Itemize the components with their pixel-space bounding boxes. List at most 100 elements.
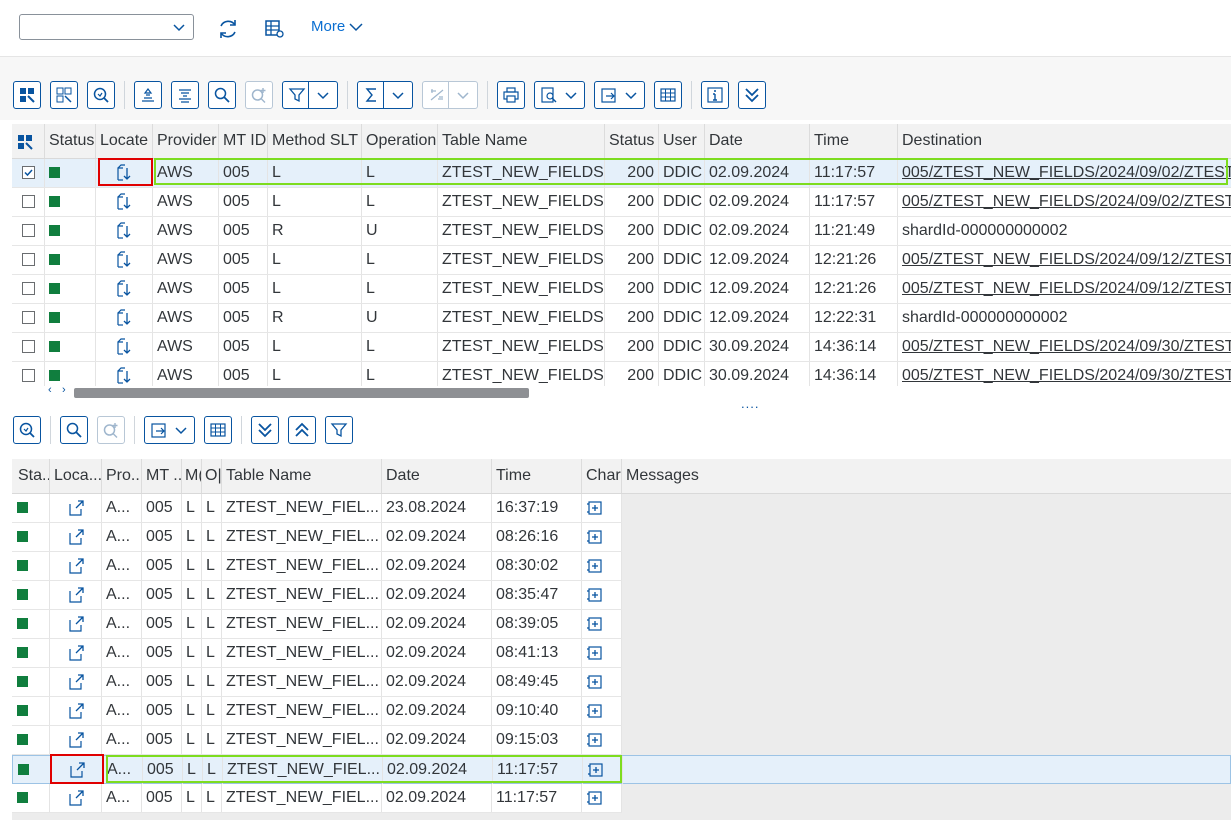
views-button[interactable] xyxy=(534,81,585,109)
export-button[interactable] xyxy=(144,416,195,444)
table-row[interactable]: AWS 005 L L ZTEST_NEW_FIELDS 200 DDIC 30.09.202… xyxy=(12,333,1231,362)
cell-destination[interactable]: 005/ZTEST_NEW_FIELDS/2024/09/12/ZTEST xyxy=(898,246,1231,274)
locate-button[interactable] xyxy=(96,217,153,245)
expand-down-button[interactable] xyxy=(738,81,766,109)
table-row[interactable]: A... 005 L L ZTEST_NEW_FIEL... 02.09.2024 08:3… xyxy=(12,581,622,610)
deselect-all-button[interactable] xyxy=(50,81,78,109)
table-row[interactable]: A... 005 L L ZTEST_NEW_FIEL... 23.08.2024 16:3… xyxy=(12,494,622,523)
col-header-changes[interactable]: Char xyxy=(582,459,622,493)
locate-button[interactable] xyxy=(50,610,102,638)
locate-button[interactable] xyxy=(50,668,102,696)
col-header-user[interactable]: User xyxy=(659,124,705,158)
locate-button[interactable] xyxy=(50,697,102,725)
export-button[interactable] xyxy=(594,81,645,109)
changes-button[interactable] xyxy=(582,523,622,551)
filter-button[interactable] xyxy=(325,416,353,444)
col-header-locate[interactable]: Locate xyxy=(96,124,153,158)
find-button[interactable] xyxy=(208,81,236,109)
select-all-cell[interactable] xyxy=(12,124,45,158)
col-header-locate[interactable]: Loca... xyxy=(50,459,102,493)
locate-button[interactable] xyxy=(50,581,102,609)
table-row[interactable]: AWS 005 R U ZTEST_NEW_FIELDS 200 DDIC 12.09.202… xyxy=(12,304,1231,333)
col-header-date[interactable]: Date xyxy=(705,124,810,158)
col-header-status[interactable]: Sta... xyxy=(12,459,50,493)
table-row[interactable]: AWS 005 L L ZTEST_NEW_FIELDS 200 DDIC 12.09.202… xyxy=(12,246,1231,275)
table-row[interactable]: A... 005 L L ZTEST_NEW_FIEL... 02.09.2024 09:1… xyxy=(12,726,622,755)
table-row[interactable]: A... 005 L L ZTEST_NEW_FIEL... 02.09.2024 11:1… xyxy=(12,784,622,813)
table-row[interactable]: AWS 005 R U ZTEST_NEW_FIELDS 200 DDIC 02.09.202… xyxy=(12,217,1231,246)
changes-button[interactable] xyxy=(582,581,622,609)
horizontal-scrollbar[interactable]: ‹ › xyxy=(12,384,1231,400)
locate-button[interactable] xyxy=(96,275,153,303)
changes-button[interactable] xyxy=(582,494,622,522)
changes-button[interactable] xyxy=(582,784,622,812)
row-select-checkbox[interactable] xyxy=(12,304,45,332)
col-header-time[interactable]: Time xyxy=(492,459,582,493)
total-button[interactable] xyxy=(357,81,413,109)
sort-ascending-button[interactable] xyxy=(134,81,162,109)
col-header-method[interactable]: M( xyxy=(182,459,202,493)
changes-button[interactable] xyxy=(582,726,622,754)
table-row[interactable]: A... 005 L L ZTEST_NEW_FIEL... 02.09.2024 08:2… xyxy=(12,523,622,552)
sort-descending-button[interactable] xyxy=(171,81,199,109)
table-settings-icon[interactable] xyxy=(262,17,286,41)
table-row[interactable]: A... 005 L L ZTEST_NEW_FIEL... 02.09.2024 08:4… xyxy=(12,668,622,697)
subtotal-button[interactable] xyxy=(422,81,478,109)
col-header-status-code[interactable]: Status xyxy=(605,124,659,158)
variant-select[interactable] xyxy=(19,14,194,40)
locate-button[interactable] xyxy=(96,246,153,274)
locate-button[interactable] xyxy=(50,784,102,812)
collapse-up-button[interactable] xyxy=(288,416,316,444)
row-select-checkbox[interactable] xyxy=(12,333,45,361)
row-select-checkbox[interactable] xyxy=(12,188,45,216)
scroll-right-icon[interactable]: › xyxy=(62,384,66,396)
row-select-checkbox[interactable] xyxy=(12,246,45,274)
col-header-mt-id[interactable]: MT ID xyxy=(219,124,268,158)
find-button[interactable] xyxy=(60,416,88,444)
locate-button[interactable] xyxy=(96,304,153,332)
locate-button[interactable] xyxy=(50,726,102,754)
col-header-destination[interactable]: Destination xyxy=(898,124,1231,158)
layout-button[interactable] xyxy=(654,81,682,109)
expand-down-button[interactable] xyxy=(251,416,279,444)
splitter-grip[interactable]: .... xyxy=(741,396,759,411)
col-header-provider[interactable]: Provider xyxy=(153,124,219,158)
locate-button[interactable] xyxy=(50,494,102,522)
select-all-button[interactable] xyxy=(13,81,41,109)
row-select-checkbox[interactable] xyxy=(12,275,45,303)
col-header-method-slt[interactable]: Method SLT xyxy=(268,124,362,158)
col-header-provider[interactable]: Pro... xyxy=(102,459,142,493)
table-row[interactable]: A... 005 L L ZTEST_NEW_FIEL... 02.09.2024 08:4… xyxy=(12,639,622,668)
table-row[interactable]: A... 005 L L ZTEST_NEW_FIEL... 02.09.2024 08:3… xyxy=(12,552,622,581)
table-row[interactable]: A... 005 L L ZTEST_NEW_FIEL... 02.09.2024 08:3… xyxy=(12,610,622,639)
more-menu-button[interactable]: More xyxy=(311,18,363,35)
changes-button[interactable] xyxy=(582,697,622,725)
locate-button[interactable] xyxy=(50,639,102,667)
changes-button[interactable] xyxy=(582,639,622,667)
row-select-checkbox[interactable] xyxy=(12,217,45,245)
find-next-button[interactable] xyxy=(245,81,273,109)
row-select-checkbox[interactable] xyxy=(12,159,45,187)
col-header-messages[interactable]: Messages xyxy=(622,459,1231,493)
table-row[interactable]: AWS 005 L L ZTEST_NEW_FIELDS 200 DDIC 12.09.202… xyxy=(12,275,1231,304)
col-header-status[interactable]: Status xyxy=(45,124,96,158)
print-button[interactable] xyxy=(497,81,525,109)
col-header-date[interactable]: Date xyxy=(382,459,492,493)
col-header-table-name[interactable]: Table Name xyxy=(222,459,382,493)
locate-button[interactable] xyxy=(96,188,153,216)
col-header-table-name[interactable]: Table Name xyxy=(438,124,605,158)
col-header-operation[interactable]: Operation xyxy=(362,124,438,158)
cell-destination[interactable]: 005/ZTEST_NEW_FIELDS/2024/09/30/ZTEST xyxy=(898,333,1231,361)
filter-button[interactable] xyxy=(282,81,338,109)
details-button[interactable] xyxy=(13,416,41,444)
refresh-icon[interactable] xyxy=(216,17,240,41)
changes-button[interactable] xyxy=(582,552,622,580)
scroll-left-icon[interactable]: ‹ xyxy=(48,384,52,396)
cell-destination[interactable]: 005/ZTEST_NEW_FIELDS/2024/09/12/ZTEST xyxy=(898,275,1231,303)
details-button[interactable] xyxy=(87,81,115,109)
locate-button[interactable] xyxy=(50,552,102,580)
col-header-operation[interactable]: O| xyxy=(202,459,222,493)
changes-button[interactable] xyxy=(582,668,622,696)
info-button[interactable] xyxy=(701,81,729,109)
find-next-button[interactable] xyxy=(97,416,125,444)
